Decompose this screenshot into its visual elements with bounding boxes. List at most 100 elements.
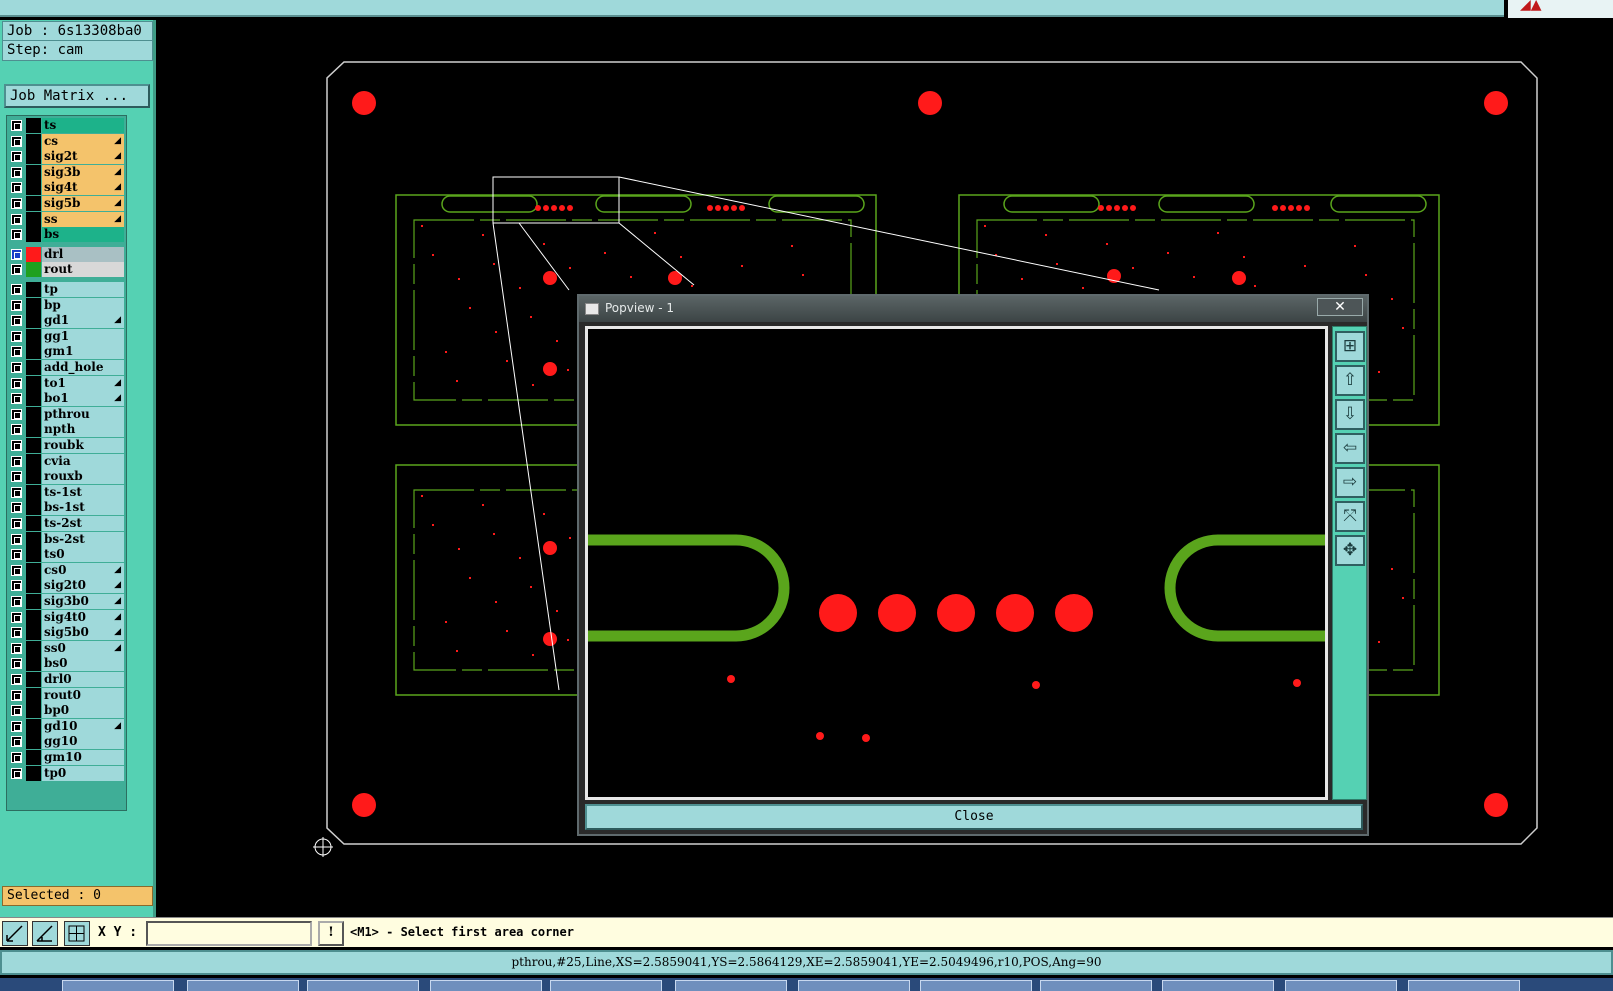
layer-name[interactable]: sig5b ◢ xyxy=(42,196,124,211)
layer-row-gd1[interactable]: gd1 ◢ xyxy=(9,313,124,329)
layer-row-sig5b0[interactable]: sig5b0 ◢ xyxy=(9,625,124,641)
layer-name[interactable]: roubk xyxy=(42,438,124,453)
pan-left-icon[interactable]: ⇦ xyxy=(1335,433,1365,464)
layer-row-ts-2st[interactable]: ts-2st xyxy=(9,516,124,531)
layer-name[interactable]: cvia xyxy=(42,453,124,469)
layer-checkbox[interactable] xyxy=(11,471,22,483)
layer-checkbox[interactable] xyxy=(11,346,22,358)
taskbar-item[interactable] xyxy=(675,980,787,991)
layer-name[interactable]: gd1 ◢ xyxy=(42,313,124,329)
exclamation-button[interactable]: ! xyxy=(318,921,344,946)
layer-color-swatch[interactable] xyxy=(26,164,41,180)
layer-name[interactable]: gm10 xyxy=(42,750,124,765)
layer-checkbox[interactable] xyxy=(11,315,22,327)
layer-color-swatch[interactable] xyxy=(26,328,41,344)
layer-checkbox[interactable] xyxy=(11,264,22,276)
layer-checkbox[interactable] xyxy=(11,533,22,545)
layer-row-ss[interactable]: ss ◢ xyxy=(9,211,124,227)
layer-color-swatch[interactable] xyxy=(26,609,41,625)
layer-row-tp0[interactable]: tp0 xyxy=(9,765,124,781)
layer-name[interactable]: drl xyxy=(42,246,124,262)
layer-color-swatch[interactable] xyxy=(26,211,41,227)
layer-checkbox[interactable] xyxy=(11,182,22,194)
layer-row-bs-1st[interactable]: bs-1st xyxy=(9,500,124,516)
layer-row-ts[interactable]: ts xyxy=(9,118,124,133)
layer-checkbox[interactable] xyxy=(11,377,22,389)
layer-name[interactable]: to1 ◢ xyxy=(42,375,124,391)
layer-row-gm10[interactable]: gm10 xyxy=(9,750,124,765)
layer-color-swatch[interactable] xyxy=(26,531,41,547)
layer-checkbox[interactable] xyxy=(11,424,22,436)
layer-color-swatch[interactable] xyxy=(26,453,41,469)
layer-checkbox[interactable] xyxy=(11,720,22,732)
layer-color-swatch[interactable] xyxy=(26,118,41,133)
layer-color-swatch[interactable] xyxy=(26,133,41,149)
layer-row-rout[interactable]: rout xyxy=(9,262,124,278)
layer-name[interactable]: bp xyxy=(42,297,124,313)
layer-name[interactable]: sig3b0 ◢ xyxy=(42,594,124,609)
layer-name[interactable]: tp0 xyxy=(42,765,124,781)
layer-row-npth[interactable]: npth xyxy=(9,422,124,438)
layer-row-roubk[interactable]: roubk xyxy=(9,438,124,453)
close-button[interactable]: Close xyxy=(585,804,1363,830)
layer-checkbox[interactable] xyxy=(11,330,22,342)
zoom-area-icon[interactable]: ⊞ xyxy=(1335,331,1365,362)
layer-checkbox[interactable] xyxy=(11,674,22,685)
layer-row-cs0[interactable]: cs0 ◢ xyxy=(9,562,124,578)
layer-checkbox[interactable] xyxy=(11,393,22,405)
taskbar-item[interactable] xyxy=(920,980,1032,991)
layer-color-swatch[interactable] xyxy=(26,282,41,297)
layer-name[interactable]: ss0 ◢ xyxy=(42,640,124,656)
grid-icon[interactable] xyxy=(64,921,90,946)
layer-row-bs[interactable]: bs xyxy=(9,227,124,243)
layer-checkbox[interactable] xyxy=(11,705,22,717)
layer-color-swatch[interactable] xyxy=(26,500,41,516)
layer-row-gm1[interactable]: gm1 xyxy=(9,344,124,360)
layer-color-swatch[interactable] xyxy=(26,344,41,360)
layer-checkbox[interactable] xyxy=(11,752,22,763)
layer-name[interactable]: ts0 xyxy=(42,547,124,563)
layer-name[interactable]: tp xyxy=(42,282,124,297)
layer-color-swatch[interactable] xyxy=(26,765,41,781)
layer-color-swatch[interactable] xyxy=(26,672,41,687)
layer-color-swatch[interactable] xyxy=(26,594,41,609)
layer-color-swatch[interactable] xyxy=(26,625,41,641)
layer-color-swatch[interactable] xyxy=(26,640,41,656)
layer-checkbox[interactable] xyxy=(11,284,22,295)
layer-color-swatch[interactable] xyxy=(26,438,41,453)
close-icon[interactable]: ✕ xyxy=(1317,298,1363,316)
layer-name[interactable]: gd10 ◢ xyxy=(42,718,124,734)
zoom-in-icon[interactable]: ⤧ xyxy=(1335,501,1365,532)
layer-name[interactable]: cs0 ◢ xyxy=(42,562,124,578)
layer-row-sig5b[interactable]: sig5b ◢ xyxy=(9,196,124,211)
layer-color-swatch[interactable] xyxy=(26,734,41,750)
layer-row-ts-1st[interactable]: ts-1st xyxy=(9,484,124,500)
layer-color-swatch[interactable] xyxy=(26,406,41,422)
layer-name[interactable]: sig3b ◢ xyxy=(42,164,124,180)
taskbar-item[interactable] xyxy=(307,980,419,991)
layer-color-swatch[interactable] xyxy=(26,687,41,703)
layer-name[interactable]: sig2t0 ◢ xyxy=(42,578,124,594)
job-matrix-button[interactable]: Job Matrix ... xyxy=(4,84,150,108)
taskbar-item[interactable] xyxy=(798,980,910,991)
layer-color-swatch[interactable] xyxy=(26,149,41,165)
layer-name[interactable]: bs xyxy=(42,227,124,243)
layer-checkbox[interactable] xyxy=(11,198,22,209)
layer-name[interactable]: bs-2st xyxy=(42,531,124,547)
layer-name[interactable]: bs0 xyxy=(42,656,124,672)
layer-name[interactable]: sig2t ◢ xyxy=(42,149,124,165)
layer-row-sig2t0[interactable]: sig2t0 ◢ xyxy=(9,578,124,594)
layer-checkbox[interactable] xyxy=(11,518,22,529)
layer-checkbox[interactable] xyxy=(11,502,22,514)
layer-checkbox[interactable] xyxy=(11,564,22,576)
taskbar-item[interactable] xyxy=(1040,980,1152,991)
layer-name[interactable]: cs ◢ xyxy=(42,133,124,149)
layer-color-swatch[interactable] xyxy=(26,246,41,262)
pan-up-icon[interactable]: ⇧ xyxy=(1335,365,1365,396)
zoom-out-icon[interactable]: ✥ xyxy=(1335,535,1365,566)
layer-row-rout0[interactable]: rout0 xyxy=(9,687,124,703)
taskbar-item[interactable] xyxy=(187,980,299,991)
layer-name[interactable]: rout xyxy=(42,262,124,278)
xy-input[interactable] xyxy=(146,921,312,946)
layer-row-pthrou[interactable]: pthrou xyxy=(9,406,124,422)
